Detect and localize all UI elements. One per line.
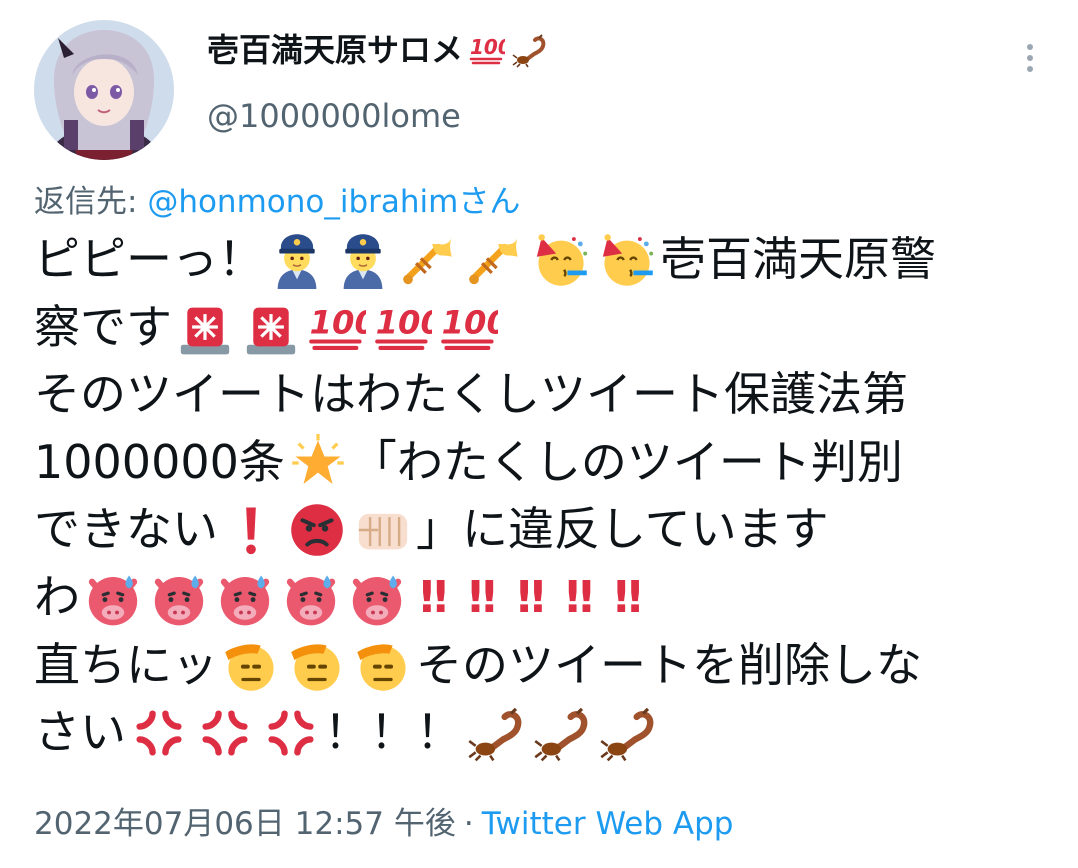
double-exclamation-icon: ‼ [565, 571, 594, 623]
more-dot-icon [1027, 66, 1033, 72]
anger-symbol-icon [196, 704, 254, 762]
tweet-line: できない 」に違反しています [34, 496, 1044, 564]
text-segment: そのツイートを削除しな [416, 637, 922, 692]
pig-sweat-icon [348, 569, 406, 627]
partying-face-icon [598, 231, 656, 289]
text-segment: 」に違反しています [416, 502, 829, 557]
tweet-header: 壱百満天原サロメ @1000000lome [34, 20, 1044, 160]
user-info: 壱百満天原サロメ @1000000lome [207, 30, 547, 136]
rotating-light-icon [176, 298, 234, 356]
exclamation-icon [222, 501, 280, 559]
pig-sweat-icon [282, 569, 340, 627]
pig-sweat-icon [150, 569, 208, 627]
tweet-line: そのツイートはわたくしツイート保護法第 [34, 361, 1044, 429]
double-exclamation-icon: ‼ [468, 571, 497, 623]
tweet-line: 1000000条 「わたくしのツイート判別 [34, 429, 1044, 497]
double-exclamation-icon: ‼ [517, 571, 545, 623]
text-segment: できない [34, 502, 218, 557]
rotating-light-icon [242, 298, 300, 356]
tweet-line: 直ちにッ そのツイートを削除しな [34, 632, 1044, 700]
police-officer-icon [334, 231, 392, 289]
anger-symbol-icon [262, 704, 320, 762]
hundred-points-icon [440, 298, 498, 356]
saluting-face-icon [354, 636, 412, 694]
timestamp[interactable]: 2022年07月06日 12:57 午後 [34, 806, 456, 842]
oncoming-fist-icon [354, 501, 412, 559]
scorpion-icon [466, 704, 524, 762]
avatar-image [34, 20, 174, 160]
tweet-line: 察です [34, 294, 1044, 362]
scorpion-icon [598, 704, 656, 762]
text-segment: 察です [34, 299, 172, 354]
text-segment: わ [34, 569, 80, 624]
anger-symbol-icon [130, 704, 188, 762]
saluting-face-icon [222, 636, 280, 694]
more-dot-icon [1027, 55, 1033, 61]
text-segment: ！！！ [324, 705, 462, 760]
text-segment: 「わたくしのツイート判別 [350, 434, 903, 489]
reply-suffix: さん [458, 184, 521, 220]
tweet-text: ピピーっ！ 壱百満天原警 察です そのツイートはわたくしツイート保護法第 100… [34, 226, 1044, 767]
display-name-row[interactable]: 壱百満天原サロメ [207, 30, 547, 70]
meta-separator: · [463, 806, 474, 842]
user-handle[interactable]: @1000000lome [207, 96, 547, 136]
tweet-line: わ ‼ ‼ ‼ ‼ ‼ [34, 564, 1044, 632]
police-officer-icon [268, 231, 326, 289]
tweet-line: ピピーっ！ 壱百満天原警 [34, 226, 1044, 294]
tweet-meta: 2022年07月06日 12:57 午後 · Twitter Web App [34, 802, 733, 846]
text-segment: ピピーっ！ [34, 232, 264, 286]
more-dot-icon [1027, 44, 1033, 50]
text-segment: さい [34, 705, 126, 760]
pouting-face-icon [288, 501, 346, 559]
hundred-points-icon [374, 298, 432, 356]
reply-prefix: 返信先: [34, 184, 148, 220]
saluting-face-icon [288, 636, 346, 694]
reply-target-link[interactable]: @honmono_ibrahim [147, 184, 458, 220]
tweet-card: 壱百満天原サロメ @1000000lome 返信先: @honmono_ibra… [0, 0, 1078, 868]
double-exclamation-icon: ‼ [420, 571, 448, 623]
scorpion-icon [532, 704, 590, 762]
partying-face-icon [532, 231, 590, 289]
pig-sweat-icon [84, 569, 142, 627]
text-segment: 直ちにッ [34, 637, 218, 692]
avatar[interactable] [34, 20, 174, 160]
tweet-line: さい ！！！ [34, 699, 1044, 767]
hundred-points-icon [308, 298, 366, 356]
text-segment: 壱百満天原警 [660, 232, 936, 286]
more-options-button[interactable] [1016, 38, 1044, 78]
glowing-star-icon [289, 434, 347, 492]
reply-context: 返信先: @honmono_ibrahimさん [34, 182, 520, 222]
trumpet-icon [400, 231, 458, 289]
source-link[interactable]: Twitter Web App [482, 806, 734, 842]
text-segment: そのツイートはわたくしツイート保護法第 [34, 367, 908, 422]
scorpion-icon [511, 32, 547, 68]
hundred-points-icon [469, 32, 505, 68]
pig-sweat-icon [216, 569, 274, 627]
text-segment: 1000000条 [34, 434, 285, 489]
double-exclamation-icon: ‼ [614, 571, 642, 623]
display-name[interactable]: 壱百満天原サロメ [207, 30, 463, 70]
trumpet-icon [466, 231, 524, 289]
